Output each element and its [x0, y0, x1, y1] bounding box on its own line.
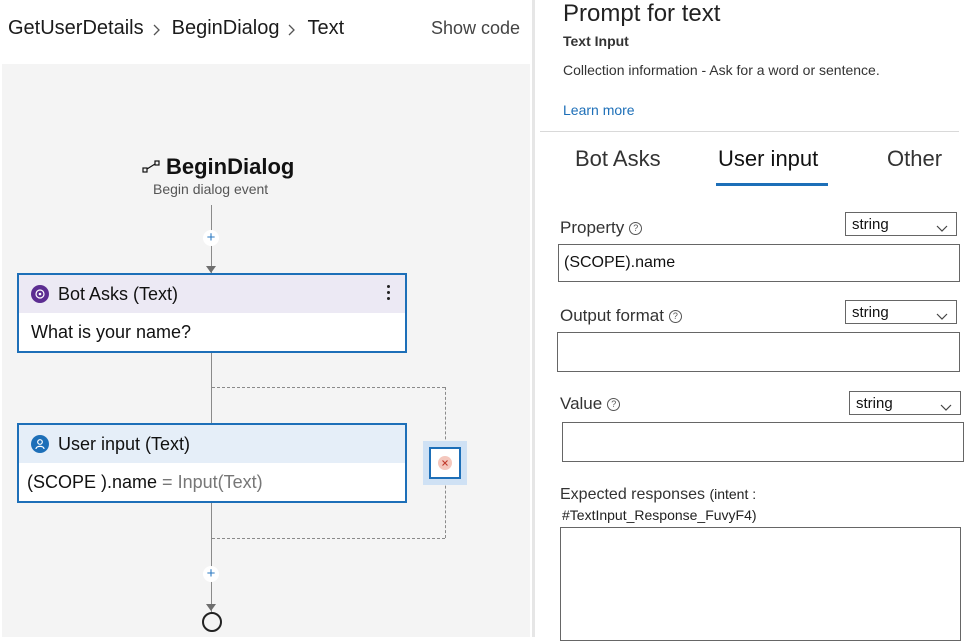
show-code-button[interactable]: Show code	[431, 18, 520, 39]
panel-divider[interactable]	[532, 0, 535, 637]
chevron-down-icon	[936, 308, 948, 325]
value-input[interactable]	[562, 422, 964, 462]
user-input-assignment: (SCOPE ).name = Input(Text)	[19, 463, 405, 501]
user-input-property: (SCOPE ).name	[27, 471, 158, 492]
output-format-type-select[interactable]: string	[845, 300, 957, 324]
bot-icon	[31, 285, 49, 303]
active-tab-indicator	[716, 183, 828, 186]
bot-asks-node[interactable]: Bot Asks (Text) What is your name?	[17, 273, 407, 353]
bot-asks-title: Bot Asks (Text)	[58, 283, 179, 304]
user-input-node[interactable]: User input (Text) (SCOPE ).name = Input(…	[17, 423, 407, 503]
property-type-select[interactable]: string	[845, 212, 957, 236]
bot-asks-header: Bot Asks (Text)	[19, 275, 405, 313]
bot-asks-prompt: What is your name?	[31, 321, 192, 342]
property-input[interactable]: (SCOPE).name	[558, 244, 960, 282]
output-format-input[interactable]	[557, 332, 960, 372]
trigger-title-text: BeginDialog	[166, 154, 295, 179]
add-action-button[interactable]: +	[203, 230, 219, 246]
arrow-down-icon	[206, 604, 216, 611]
end-node	[202, 612, 222, 632]
help-icon[interactable]: ?	[629, 221, 643, 235]
trigger-title[interactable]: BeginDialog	[142, 154, 294, 180]
user-input-header: User input (Text)	[19, 425, 405, 463]
chevron-right-icon	[152, 19, 164, 39]
value-label: Value ?	[560, 394, 621, 414]
user-input-title: User input (Text)	[58, 433, 191, 454]
trigger-subtitle: Begin dialog event	[153, 181, 269, 197]
breadcrumb-item-begindialog[interactable]: BeginDialog	[172, 17, 280, 40]
tab-bot-asks[interactable]: Bot Asks	[575, 146, 661, 172]
panel-title: Prompt for text	[563, 0, 721, 27]
loop-connector	[212, 538, 445, 539]
trigger-icon	[142, 160, 162, 174]
property-label: Property ?	[560, 218, 643, 238]
divider	[540, 131, 959, 132]
connector-line	[211, 503, 212, 613]
breadcrumb: GetUserDetails BeginDialog Text	[8, 17, 344, 40]
chevron-down-icon	[936, 220, 948, 237]
arrow-down-icon	[206, 266, 216, 273]
panel-subtitle: Text Input	[563, 33, 629, 49]
value-type-select[interactable]: string	[849, 391, 961, 415]
tab-other[interactable]: Other	[887, 146, 942, 172]
intent-prefix: (intent :	[709, 486, 757, 502]
expected-responses-editor[interactable]	[560, 527, 961, 641]
learn-more-link[interactable]: Learn more	[563, 102, 635, 118]
properties-panel: Prompt for text Text Input Collection in…	[540, 0, 967, 641]
loop-node-inner	[429, 447, 461, 479]
intent-id: #TextInput_Response_FuvyF4)	[562, 507, 757, 523]
user-icon	[31, 435, 49, 453]
tab-user-input[interactable]: User input	[718, 146, 818, 172]
help-icon[interactable]: ?	[668, 309, 682, 323]
breadcrumb-item-text: Text	[307, 17, 345, 39]
connector-line	[211, 353, 212, 423]
user-input-expression: Input(Text)	[177, 471, 263, 492]
breadcrumb-item-getuserdetails[interactable]: GetUserDetails	[8, 17, 144, 40]
panel-description: Collection information - Ask for a word …	[563, 62, 880, 78]
chevron-down-icon	[940, 399, 952, 416]
assignment-operator: =	[157, 471, 178, 492]
help-icon[interactable]: ?	[607, 397, 621, 411]
output-format-label: Output format ?	[560, 306, 682, 326]
expected-responses-label: Expected responses (intent :	[560, 486, 757, 503]
more-options-icon[interactable]	[387, 285, 391, 303]
loop-connector	[212, 387, 445, 388]
add-action-button[interactable]: +	[203, 566, 219, 582]
chevron-right-icon	[287, 19, 299, 39]
editor-header: GetUserDetails BeginDialog Text Show cod…	[0, 0, 532, 64]
close-circle-icon	[438, 456, 452, 470]
loop-node[interactable]	[423, 441, 467, 485]
